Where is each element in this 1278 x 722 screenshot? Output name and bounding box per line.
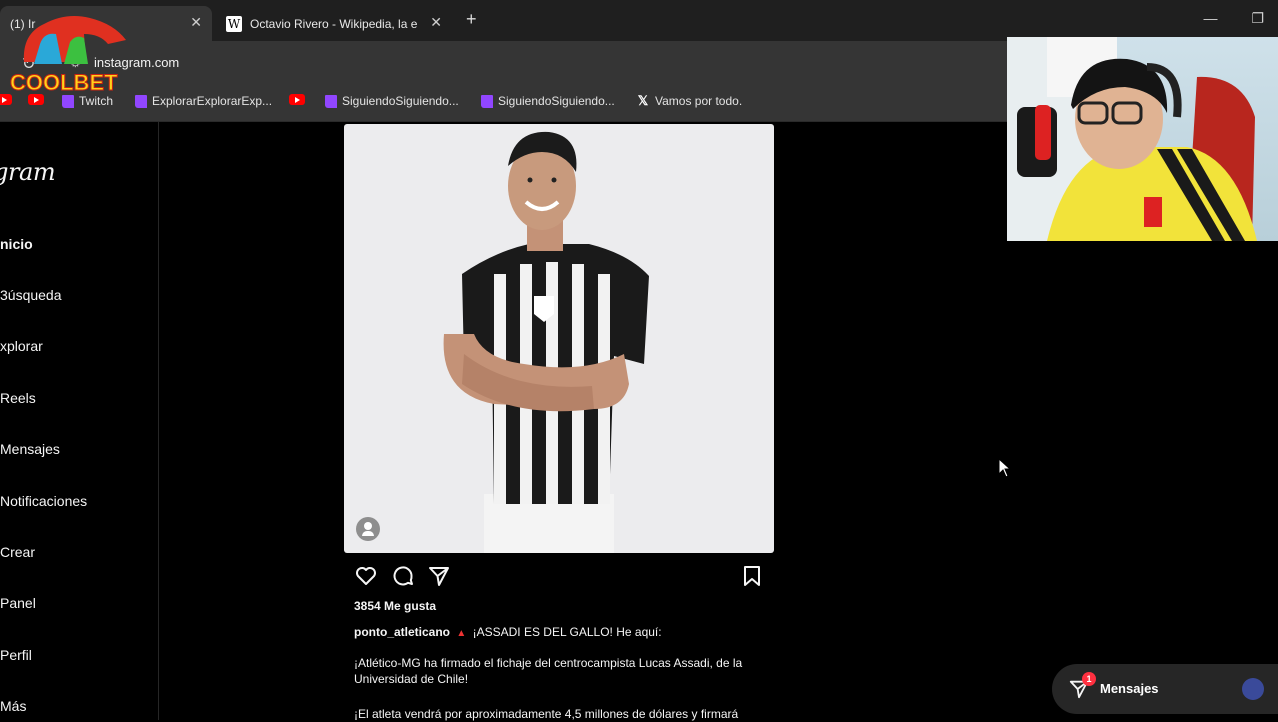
- close-tab-icon[interactable]: ✕: [190, 14, 202, 31]
- coolbet-logo: COOLBET: [4, 4, 134, 96]
- dinosaur-mascot-icon: COOLBET: [10, 16, 126, 96]
- mouse-cursor-icon: [998, 458, 1012, 478]
- twitch-icon: [135, 94, 147, 108]
- sidebar-item-reels[interactable]: Reels: [0, 390, 36, 406]
- bookmark-label: Twitch: [79, 94, 114, 108]
- bookmark-label: Vamos por todo.: [655, 94, 743, 108]
- tab-title: Octavio Rivero - Wikipedia, la e: [250, 16, 418, 31]
- sidebar-item-crear[interactable]: Crear: [0, 544, 35, 560]
- sidebar-item-mensajes[interactable]: Mensajes: [0, 441, 60, 457]
- webcam-overlay: [1007, 37, 1278, 241]
- like-heart-icon[interactable]: [354, 564, 378, 588]
- bookmark-twitch[interactable]: Twitch: [62, 94, 113, 108]
- bookmark-youtube[interactable]: [289, 94, 305, 105]
- sidebar-item-inicio[interactable]: nicio: [0, 236, 33, 252]
- sidebar: ıgram nicio 3úsqueda xplorar Reels Mensa…: [0, 122, 159, 720]
- bookmark-siguiendo[interactable]: SiguiendoSiguiendo...: [325, 94, 459, 108]
- restore-icon[interactable]: ❐: [1251, 10, 1264, 27]
- streamer-video: [1007, 37, 1257, 241]
- sidebar-item-mas[interactable]: Más: [0, 698, 26, 714]
- coolbet-wordmark: COOLBET: [10, 70, 118, 95]
- post-caption: ponto_atleticano ▲ ¡ASSADI ES DEL GALLO!…: [354, 624, 766, 642]
- sidebar-item-explorar[interactable]: xplorar: [0, 338, 43, 354]
- sidebar-item-perfil[interactable]: Perfil: [0, 647, 32, 663]
- minimize-icon[interactable]: —: [1203, 10, 1217, 27]
- avatar: [1242, 678, 1264, 700]
- browser-tab-bar: (1) Ir ✕ W Octavio Rivero - Wikipedia, l…: [0, 0, 1278, 41]
- comment-icon[interactable]: [391, 564, 415, 588]
- sidebar-item-panel[interactable]: Panel: [0, 595, 36, 611]
- messages-pill[interactable]: 1 Mensajes: [1052, 664, 1278, 714]
- post-actions: [354, 564, 764, 588]
- bookmark-x[interactable]: 𝕏 Vamos por todo.: [636, 93, 743, 109]
- youtube-icon: [289, 94, 305, 105]
- messages-label: Mensajes: [1100, 681, 1159, 696]
- tab-wikipedia[interactable]: W Octavio Rivero - Wikipedia, la e ✕: [216, 6, 452, 41]
- bookmark-label: ExplorarExplorarExp...: [152, 94, 273, 108]
- twitch-icon: [481, 94, 493, 108]
- sidebar-item-busqueda[interactable]: 3úsqueda: [0, 287, 62, 303]
- bookmark-label: SiguiendoSiguiendo...: [342, 94, 459, 108]
- window-controls: — ❐: [1203, 10, 1264, 27]
- close-tab-icon[interactable]: ✕: [430, 14, 442, 31]
- share-icon[interactable]: [427, 564, 451, 588]
- instagram-logo[interactable]: ıgram: [0, 158, 56, 186]
- likes-count[interactable]: 3854 Me gusta: [354, 599, 436, 613]
- bookmark-explorar[interactable]: ExplorarExplorarExp...: [135, 94, 272, 108]
- save-bookmark-icon[interactable]: [740, 564, 764, 588]
- bookmark-label: SiguiendoSiguiendo...: [498, 94, 615, 108]
- wikipedia-icon: W: [226, 15, 242, 32]
- bookmark-siguiendo[interactable]: SiguiendoSiguiendo...: [481, 94, 615, 108]
- twitch-icon: [325, 94, 337, 108]
- player-photo: [443, 131, 649, 553]
- twitch-icon: [62, 94, 74, 108]
- new-tab-button[interactable]: +: [466, 9, 477, 30]
- flag-icon: ▲: [456, 628, 467, 639]
- unread-badge: 1: [1082, 672, 1096, 686]
- post-image[interactable]: [344, 124, 774, 553]
- post-username[interactable]: ponto_atleticano: [354, 625, 450, 639]
- tagged-user-icon[interactable]: [356, 517, 380, 541]
- caption-first-line: ¡ASSADI ES DEL GALLO! He aquí:: [472, 625, 662, 639]
- sidebar-item-notificaciones[interactable]: Notificaciones: [0, 493, 87, 509]
- caption-paragraph: ¡Atlético-MG ha firmado el fichaje del c…: [354, 656, 743, 686]
- x-icon: 𝕏: [637, 93, 649, 108]
